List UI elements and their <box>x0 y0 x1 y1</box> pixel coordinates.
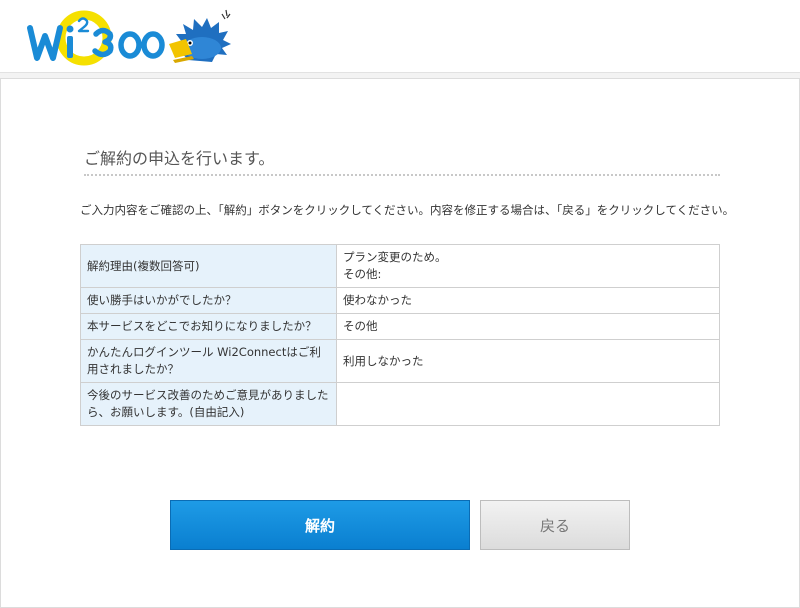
row-value-line: プラン変更のため。 <box>343 250 447 264</box>
confirmation-table: 解約理由(複数回答可) プラン変更のため。 その他: 使い勝手はいかがでしたか？… <box>80 244 720 426</box>
table-row: 使い勝手はいかがでしたか？ 使わなかった <box>80 287 720 314</box>
row-value: プラン変更のため。 その他: <box>336 244 720 288</box>
table-row: 解約理由(複数回答可) プラン変更のため。 その他: <box>80 244 720 288</box>
wi2-300-logo <box>27 9 231 66</box>
row-value: 使わなかった <box>336 287 720 314</box>
row-value: その他 <box>336 313 720 340</box>
row-label: 解約理由(複数回答可) <box>80 244 337 288</box>
row-label: 今後のサービス改善のためご意見がありましたら、お願いします。(自由記入) <box>80 382 337 426</box>
page-title: ご解約の申込を行います。 <box>84 148 720 176</box>
row-label: 本サービスをどこでお知りになりましたか？ <box>80 313 337 340</box>
table-row: 今後のサービス改善のためご意見がありましたら、お願いします。(自由記入) <box>80 382 720 426</box>
site-header <box>0 0 800 73</box>
row-label: かんたんログインツール Wi2Connectはご利用されましたか？ <box>80 339 337 383</box>
table-row: 本サービスをどこでお知りになりましたか？ その他 <box>80 313 720 340</box>
row-value: 利用しなかった <box>336 339 720 383</box>
cancel-contract-button[interactable]: 解約 <box>170 500 470 550</box>
row-label: 使い勝手はいかがでしたか？ <box>80 287 337 314</box>
row-value <box>336 382 720 426</box>
instruction-text: ご入力内容をご確認の上、「解約」ボタンをクリックしてください。内容を修正する場合… <box>80 203 735 217</box>
row-value-line: その他: <box>343 267 382 281</box>
back-button[interactable]: 戻る <box>480 500 630 550</box>
table-row: かんたんログインツール Wi2Connectはご利用されましたか？ 利用しなかっ… <box>80 339 720 383</box>
